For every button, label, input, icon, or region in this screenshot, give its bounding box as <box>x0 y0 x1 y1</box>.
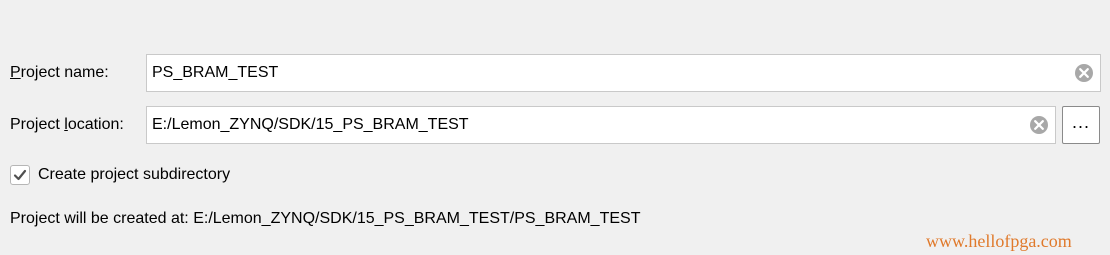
project-name-input[interactable]: PS_BRAM_TEST <box>146 54 1101 92</box>
project-name-value[interactable]: PS_BRAM_TEST <box>147 64 1073 82</box>
project-location-clear-button[interactable] <box>1028 114 1050 136</box>
project-location-label-text: ocation: <box>67 116 124 133</box>
project-name-clear-button[interactable] <box>1073 62 1095 84</box>
clear-circle-icon <box>1030 116 1048 134</box>
project-location-input[interactable]: E:/Lemon_ZYNQ/SDK/15_PS_BRAM_TEST <box>146 106 1056 144</box>
checkmark-icon <box>13 169 27 181</box>
create-subdirectory-checkbox[interactable] <box>10 165 30 185</box>
project-name-label-mnemonic: P <box>10 64 21 81</box>
project-name-label: Project name: <box>10 63 109 83</box>
ellipsis-icon: ... <box>1071 112 1090 132</box>
project-name-label-text: roject name: <box>20 64 109 81</box>
create-subdirectory-label[interactable]: Create project subdirectory <box>38 165 230 185</box>
project-location-label: Project location: <box>10 115 124 135</box>
watermark-text: www.hellofpga.com <box>926 231 1072 251</box>
project-location-label-pre: Project <box>10 116 65 133</box>
clear-circle-icon <box>1075 64 1093 82</box>
browse-location-button[interactable]: ... <box>1062 106 1100 144</box>
project-path-summary: Project will be created at: E:/Lemon_ZYN… <box>10 210 641 227</box>
project-location-value[interactable]: E:/Lemon_ZYNQ/SDK/15_PS_BRAM_TEST <box>147 116 1028 134</box>
